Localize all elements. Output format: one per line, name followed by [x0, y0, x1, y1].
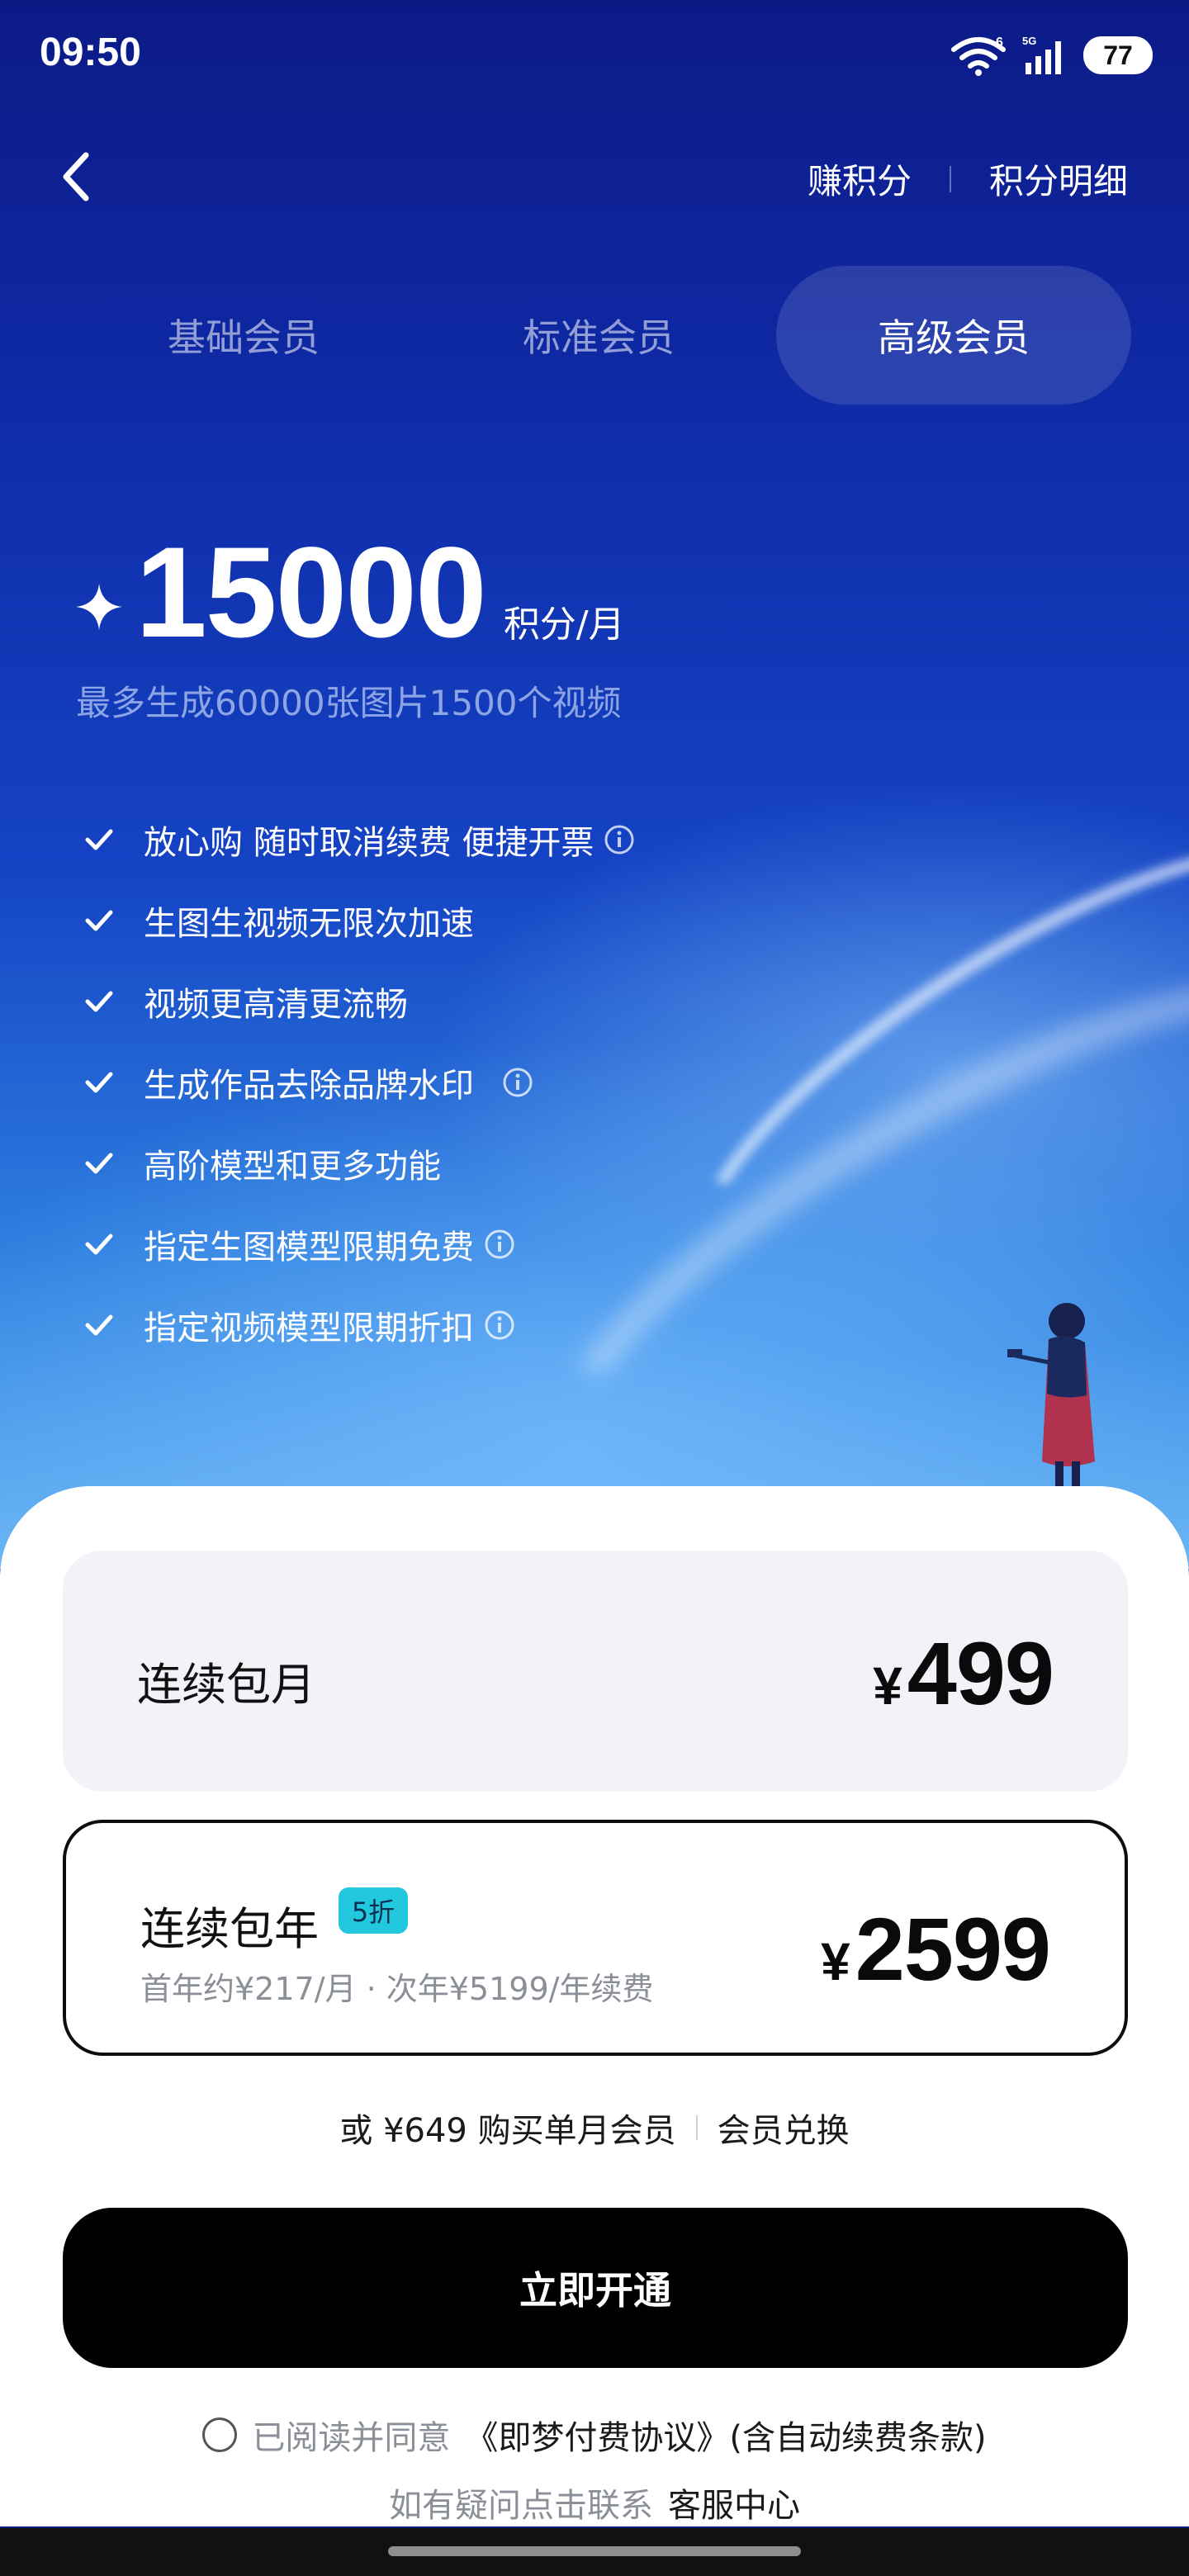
tab-premium[interactable]: 高级会员 [776, 266, 1131, 405]
info-icon[interactable] [604, 824, 635, 855]
top-nav: 赚积分 积分明细 [0, 132, 1189, 223]
plan-label: 连续包月 [137, 1659, 315, 1711]
help-prefix: 如有疑问点击联系 [389, 2487, 653, 2525]
check-icon [85, 1314, 113, 1336]
tab-standard[interactable]: 标准会员 [421, 266, 776, 405]
check-icon [85, 829, 113, 850]
earn-points-link[interactable]: 赚积分 [808, 154, 912, 204]
back-button[interactable] [50, 144, 107, 210]
feature-list: 放心购 随时取消续费 便捷开票 生图生视频无限次加速 视频更高清更流畅 生成作品… [81, 799, 635, 1366]
single-month-link[interactable]: 或 ¥649 购买单月会员 [339, 2104, 675, 2152]
battery-indicator: 77 [1083, 36, 1153, 74]
feature-item: 指定生图模型限期免费 [81, 1204, 635, 1285]
feature-item: 生图生视频无限次加速 [81, 880, 635, 961]
plan-price: ¥ 2599 [821, 1897, 1051, 2001]
nav-links: 赚积分 积分明细 [808, 154, 1128, 204]
credits-number: 15000 [135, 521, 487, 665]
alternate-options: 或 ¥649 购买单月会员 会员兑换 [0, 2104, 1189, 2152]
check-icon [85, 910, 113, 931]
home-indicator[interactable] [388, 2546, 801, 2556]
feature-text: 高阶模型和更多功能 [144, 1148, 441, 1186]
feature-text: 生图生视频无限次加速 [144, 905, 474, 943]
status-icons: 6 5G 77 [950, 35, 1153, 76]
feature-text: 指定视频模型限期折扣 [144, 1309, 474, 1347]
feature-item: 视频更高清更流畅 [81, 961, 635, 1042]
agree-radio[interactable] [202, 2417, 238, 2452]
feature-item: 高阶模型和更多功能 [81, 1123, 635, 1204]
price-amount: 2599 [855, 1899, 1051, 1999]
price-amount: 499 [907, 1623, 1054, 1723]
wifi-label: 6 [996, 36, 1003, 50]
network-label: 5G [1022, 35, 1036, 47]
currency-symbol: ¥ [873, 1656, 902, 1716]
points-detail-link[interactable]: 积分明细 [989, 154, 1128, 204]
feature-text: 视频更高清更流畅 [144, 986, 408, 1024]
info-icon[interactable] [502, 1067, 533, 1098]
check-icon [85, 1234, 113, 1255]
agreement-link[interactable]: 《即梦付费协议》(含自动续费条款) [465, 2411, 986, 2459]
info-icon[interactable] [484, 1229, 515, 1260]
check-icon [85, 1153, 113, 1174]
plan-label: 连续包年 [140, 1903, 319, 1955]
tab-basic[interactable]: 基础会员 [66, 266, 421, 405]
check-icon [85, 991, 113, 1012]
credits-amount: 15000 积分/月 [74, 528, 625, 657]
credits-unit: 积分/月 [503, 604, 625, 646]
cellular-signal-icon: 5G [1022, 35, 1061, 74]
feature-item: 放心购 随时取消续费 便捷开票 [81, 799, 635, 880]
feature-text: 放心购 随时取消续费 便捷开票 [144, 824, 594, 862]
info-icon[interactable] [484, 1309, 515, 1341]
membership-tabs: 基础会员 标准会员 高级会员 [66, 266, 1131, 405]
plan-price: ¥ 499 [873, 1622, 1054, 1725]
sparkle-icon [76, 584, 122, 630]
redeem-link[interactable]: 会员兑换 [718, 2104, 850, 2152]
feature-item: 生成作品去除品牌水印 [81, 1042, 635, 1123]
divider [949, 165, 951, 192]
agreement-row: 已阅读并同意 《即梦付费协议》(含自动续费条款) [0, 2411, 1189, 2459]
status-time: 09:50 [40, 31, 141, 74]
chevron-left-icon [63, 152, 89, 201]
plan-subtitle: 首年约¥217/月 · 次年¥5199/年续费 [140, 1971, 654, 2007]
currency-symbol: ¥ [821, 1932, 850, 1991]
person-illustration [1007, 1303, 1095, 1494]
wifi-icon: 6 [951, 36, 1006, 76]
feature-item: 指定视频模型限期折扣 [81, 1285, 635, 1366]
divider [695, 2115, 698, 2140]
plan-monthly[interactable]: 连续包月 ¥ 499 [63, 1551, 1128, 1792]
feature-text: 生成作品去除品牌水印 [144, 1067, 474, 1105]
customer-service-link[interactable]: 客服中心 [668, 2479, 800, 2526]
feature-text: 指定生图模型限期免费 [144, 1229, 474, 1267]
help-row: 如有疑问点击联系 客服中心 [0, 2479, 1189, 2526]
agreement-prefix: 已阅读并同意 [252, 2419, 451, 2457]
subscribe-button[interactable]: 立即开通 [63, 2208, 1128, 2368]
plan-yearly[interactable]: 连续包年 5折 首年约¥217/月 · 次年¥5199/年续费 ¥ 2599 [63, 1820, 1128, 2056]
check-icon [85, 1072, 113, 1093]
discount-badge: 5折 [339, 1887, 408, 1934]
credits-subtitle: 最多生成60000张图片1500个视频 [76, 683, 622, 723]
status-bar: 09:50 6 5G 77 [0, 0, 1189, 107]
